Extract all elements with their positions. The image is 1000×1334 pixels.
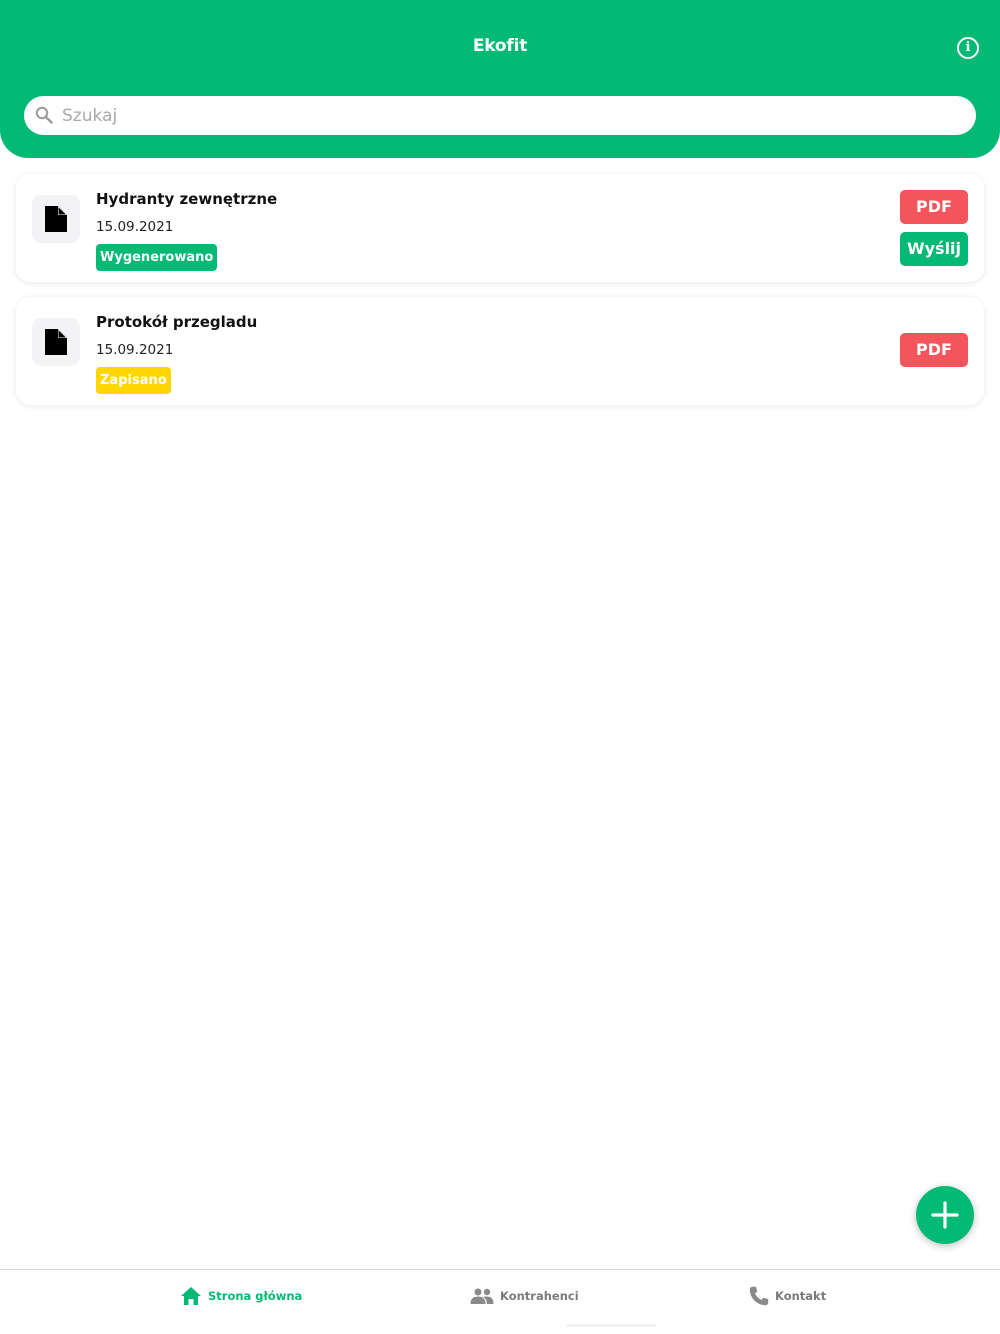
document-title: Hydranty zewnętrzne [96, 190, 278, 208]
plus-icon [931, 1201, 959, 1229]
home-indicator [566, 1324, 656, 1327]
document-card[interactable]: Protokół przegladu 15.09.2021 Zapisano P… [16, 297, 984, 405]
pdf-button[interactable]: PDF [900, 333, 968, 367]
search-input[interactable] [62, 96, 962, 135]
document-title: Protokół przegladu [96, 313, 258, 331]
send-button[interactable]: Wyślij [900, 232, 968, 266]
bottom-tab-bar: Strona główna Kontrahenci Kontakt [0, 1269, 1000, 1334]
tab-home[interactable]: Strona główna [180, 1284, 302, 1308]
phone-icon [749, 1286, 769, 1306]
document-card[interactable]: Hydranty zewnętrzne 15.09.2021 Wygenerow… [16, 174, 984, 282]
add-document-button[interactable] [916, 1186, 974, 1244]
home-icon [181, 1287, 201, 1305]
search-bar[interactable] [24, 96, 976, 135]
people-icon [470, 1288, 494, 1304]
document-icon [45, 206, 67, 232]
app-title: Ekofit [472, 36, 528, 56]
tab-contact[interactable]: Kontakt [749, 1284, 826, 1308]
status-badge: Zapisano [96, 367, 171, 394]
document-tile [32, 195, 80, 243]
document-date: 15.09.2021 [96, 342, 174, 358]
app-header: Ekofit i [0, 0, 1000, 158]
document-date: 15.09.2021 [96, 219, 174, 235]
tab-label: Kontakt [775, 1289, 827, 1303]
document-icon [45, 329, 67, 355]
search-icon [35, 106, 53, 124]
info-icon[interactable]: i [957, 37, 979, 59]
status-badge: Wygenerowano [96, 244, 218, 271]
document-tile [32, 318, 80, 366]
pdf-button[interactable]: PDF [900, 190, 968, 224]
tab-label: Kontrahenci [500, 1289, 579, 1303]
tab-label: Strona główna [208, 1289, 303, 1303]
tab-contractors[interactable]: Kontrahenci [470, 1284, 579, 1308]
